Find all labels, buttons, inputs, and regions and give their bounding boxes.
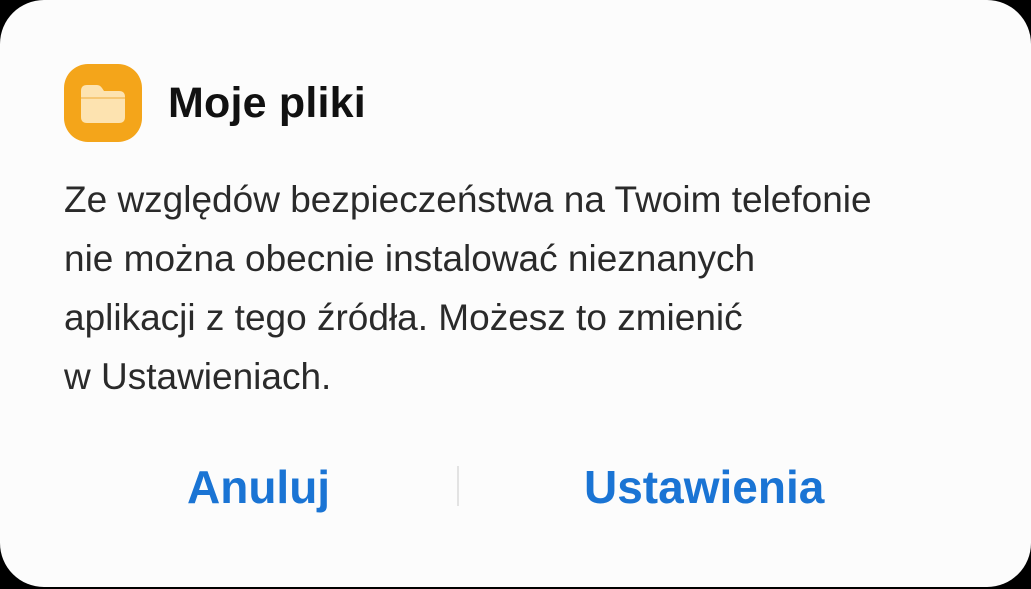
message-line: w Ustawieniach.	[64, 356, 332, 397]
message-line: nie można obecnie instalować nieznanych	[64, 238, 756, 279]
message-line: Ze względów bezpieczeństwa na Twoim tele…	[64, 179, 872, 220]
install-blocked-dialog: Moje pliki Ze względów bezpieczeństwa na…	[0, 0, 1031, 587]
dialog-message: Ze względów bezpieczeństwa na Twoim tele…	[64, 170, 964, 406]
dialog-header: Moje pliki	[64, 64, 366, 142]
settings-button[interactable]: Ustawienia	[584, 460, 824, 514]
app-title: Moje pliki	[168, 78, 366, 127]
dialog-buttons: Anuluj Ustawienia	[0, 450, 1031, 530]
message-line: aplikacji z tego źródła. Możesz to zmien…	[64, 297, 743, 338]
cancel-button[interactable]: Anuluj	[187, 460, 330, 514]
folder-icon	[64, 64, 142, 142]
button-divider	[457, 466, 459, 506]
